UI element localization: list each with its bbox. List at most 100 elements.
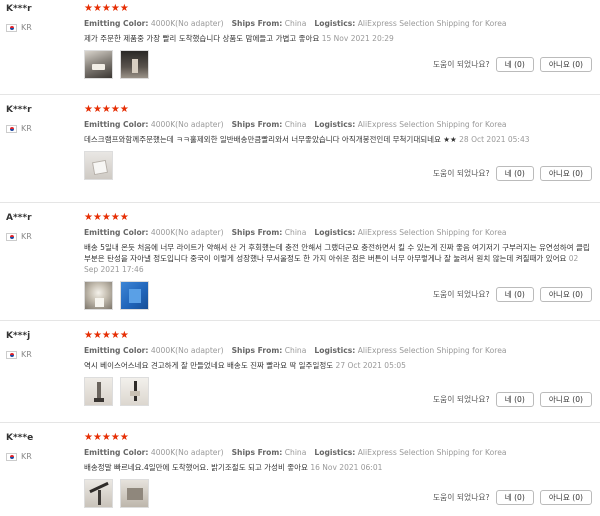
reviewer-name: K***r xyxy=(6,105,32,115)
review-body: 역시 베이스어스네요 견고하게 잘 만들었네요 배송도 진짜 빨라요 딱 일주일… xyxy=(84,361,334,370)
country-code: KR xyxy=(21,23,32,32)
review-photo[interactable] xyxy=(120,479,149,508)
reviewer-country: KR xyxy=(6,350,82,359)
country-code: KR xyxy=(21,124,32,133)
review-text: 배송 5일내 온듯 처음에 너무 라이트가 약해서 산 거 후회했는데 충전 안… xyxy=(84,242,592,275)
ships-from-label: Ships From: xyxy=(231,120,283,129)
helpful-yes-button[interactable]: 네 (0) xyxy=(495,166,534,181)
reviewer-name: K***j xyxy=(6,331,31,341)
star-rating: ★★★★★ xyxy=(84,212,129,223)
helpful-no-button[interactable]: 아니요 (0) xyxy=(539,287,592,302)
review-photo[interactable] xyxy=(120,281,149,310)
logistics-label: Logistics: xyxy=(314,448,356,457)
star-rating: ★★★★★ xyxy=(84,330,129,341)
logistics-value: AliExpress Selection Shipping for Korea xyxy=(357,228,507,237)
reviewer-country: KR xyxy=(6,452,82,461)
reviewer-country: KR xyxy=(6,124,82,133)
review-body: 배송 5일내 온듯 처음에 너무 라이트가 약해서 산 거 후회했는데 충전 안… xyxy=(84,243,590,263)
review-photo[interactable] xyxy=(120,377,149,406)
korea-flag-icon xyxy=(6,350,17,359)
helpful-no-button[interactable]: 아니요 (0) xyxy=(539,490,592,505)
ships-from-label: Ships From: xyxy=(231,448,283,457)
helpful-yes-button[interactable]: 네 (0) xyxy=(495,57,534,72)
review-date: 28 Oct 2021 05:43 xyxy=(459,135,530,144)
ships-from-label: Ships From: xyxy=(231,228,283,237)
review-photo[interactable] xyxy=(84,50,113,79)
ships-from-value: China xyxy=(284,19,307,28)
reviewer-info: K***e KR xyxy=(6,426,82,461)
review-photo[interactable] xyxy=(84,479,113,508)
ships-from-label: Ships From: xyxy=(231,19,283,28)
review-text: 제가 주문한 제품중 가장 빨리 도착했습니다 상품도 맘에들고 가볍고 좋아요… xyxy=(84,33,592,44)
korea-flag-icon xyxy=(6,452,17,461)
emitting-color-value: 4000K(No adapter) xyxy=(150,448,224,457)
review-item: A***r KR ★★★★★ Emitting Color: 4000K(No … xyxy=(0,203,600,321)
review-body: 배송정말 빠르네요.4일만에 도착했어요. 밝기조절도 되고 가성비 좋아요 xyxy=(84,463,308,472)
helpful-question: 도움이 되었나요? xyxy=(432,395,490,404)
review-body: 제가 주문한 제품중 가장 빨리 도착했습니다 상품도 맘에들고 가볍고 좋아요 xyxy=(84,34,320,43)
star-rating: ★★★★★ xyxy=(84,3,129,14)
helpful-question: 도움이 되었나요? xyxy=(432,493,490,502)
korea-flag-icon xyxy=(6,232,17,241)
star-rating: ★★★★★ xyxy=(84,104,129,115)
helpful-yes-button[interactable]: 네 (0) xyxy=(495,392,534,407)
korea-flag-icon xyxy=(6,124,17,133)
korea-flag-icon xyxy=(6,23,17,32)
review-date: 27 Oct 2021 05:05 xyxy=(335,361,406,370)
review-date: 16 Nov 2021 06:01 xyxy=(310,463,383,472)
emitting-color-value: 4000K(No adapter) xyxy=(150,19,224,28)
emitting-color-value: 4000K(No adapter) xyxy=(150,120,224,129)
logistics-value: AliExpress Selection Shipping for Korea xyxy=(357,120,507,129)
reviewer-info: A***r KR xyxy=(6,206,82,241)
emitting-color-label: Emitting Color: xyxy=(84,346,149,355)
helpful-question: 도움이 되었나요? xyxy=(432,290,490,299)
helpful-no-button[interactable]: 아니요 (0) xyxy=(539,166,592,181)
reviewer-country: KR xyxy=(6,232,82,241)
emitting-color-label: Emitting Color: xyxy=(84,228,149,237)
review-item: K***r KR ★★★★★ Emitting Color: 4000K(No … xyxy=(0,95,600,203)
helpful-vote: 도움이 되었나요? 네 (0) 아니요 (0) xyxy=(433,490,592,505)
review-body: 데스크램프와함께주문했는데 ㅋㅋ홀제외한 일반배송만큼빨리와서 너무좋았습니다 … xyxy=(84,135,457,144)
emitting-color-label: Emitting Color: xyxy=(84,19,149,28)
logistics-label: Logistics: xyxy=(314,19,356,28)
review-photo[interactable] xyxy=(84,151,113,180)
helpful-question: 도움이 되었나요? xyxy=(432,169,490,178)
review-item: K***j KR ★★★★★ Emitting Color: 4000K(No … xyxy=(0,321,600,423)
country-code: KR xyxy=(21,452,32,461)
reviewer-info: K***r KR xyxy=(6,3,82,32)
logistics-label: Logistics: xyxy=(314,346,356,355)
reviewer-info: K***r KR xyxy=(6,98,82,133)
ships-from-value: China xyxy=(284,346,307,355)
reviewer-name: A***r xyxy=(6,213,32,223)
country-code: KR xyxy=(21,350,32,359)
emitting-color-value: 4000K(No adapter) xyxy=(150,228,224,237)
review-meta: Emitting Color: 4000K(No adapter) Ships F… xyxy=(84,18,592,29)
helpful-no-button[interactable]: 아니요 (0) xyxy=(539,392,592,407)
review-photo[interactable] xyxy=(120,50,149,79)
review-photo[interactable] xyxy=(84,281,113,310)
logistics-value: AliExpress Selection Shipping for Korea xyxy=(357,346,507,355)
review-item: K***e KR ★★★★★ Emitting Color: 4000K(No … xyxy=(0,423,600,516)
logistics-label: Logistics: xyxy=(314,120,356,129)
review-meta: Emitting Color: 4000K(No adapter) Ships F… xyxy=(84,447,592,458)
reviewer-name: K***e xyxy=(6,433,34,443)
emitting-color-label: Emitting Color: xyxy=(84,120,149,129)
logistics-label: Logistics: xyxy=(314,228,356,237)
helpful-yes-button[interactable]: 네 (0) xyxy=(495,490,534,505)
review-date: 15 Nov 2021 20:29 xyxy=(321,34,394,43)
emitting-color-value: 4000K(No adapter) xyxy=(150,346,224,355)
review-meta: Emitting Color: 4000K(No adapter) Ships F… xyxy=(84,345,592,356)
ships-from-label: Ships From: xyxy=(231,346,283,355)
ships-from-value: China xyxy=(284,120,307,129)
ships-from-value: China xyxy=(284,448,307,457)
logistics-value: AliExpress Selection Shipping for Korea xyxy=(357,448,507,457)
review-meta: Emitting Color: 4000K(No adapter) Ships F… xyxy=(84,227,592,238)
helpful-yes-button[interactable]: 네 (0) xyxy=(495,287,534,302)
helpful-vote: 도움이 되었나요? 네 (0) 아니요 (0) xyxy=(433,287,592,302)
helpful-vote: 도움이 되었나요? 네 (0) 아니요 (0) xyxy=(433,166,592,181)
ships-from-value: China xyxy=(284,228,307,237)
review-photo[interactable] xyxy=(84,377,113,406)
helpful-vote: 도움이 되었나요? 네 (0) 아니요 (0) xyxy=(433,392,592,407)
helpful-no-button[interactable]: 아니요 (0) xyxy=(539,57,592,72)
logistics-value: AliExpress Selection Shipping for Korea xyxy=(357,19,507,28)
